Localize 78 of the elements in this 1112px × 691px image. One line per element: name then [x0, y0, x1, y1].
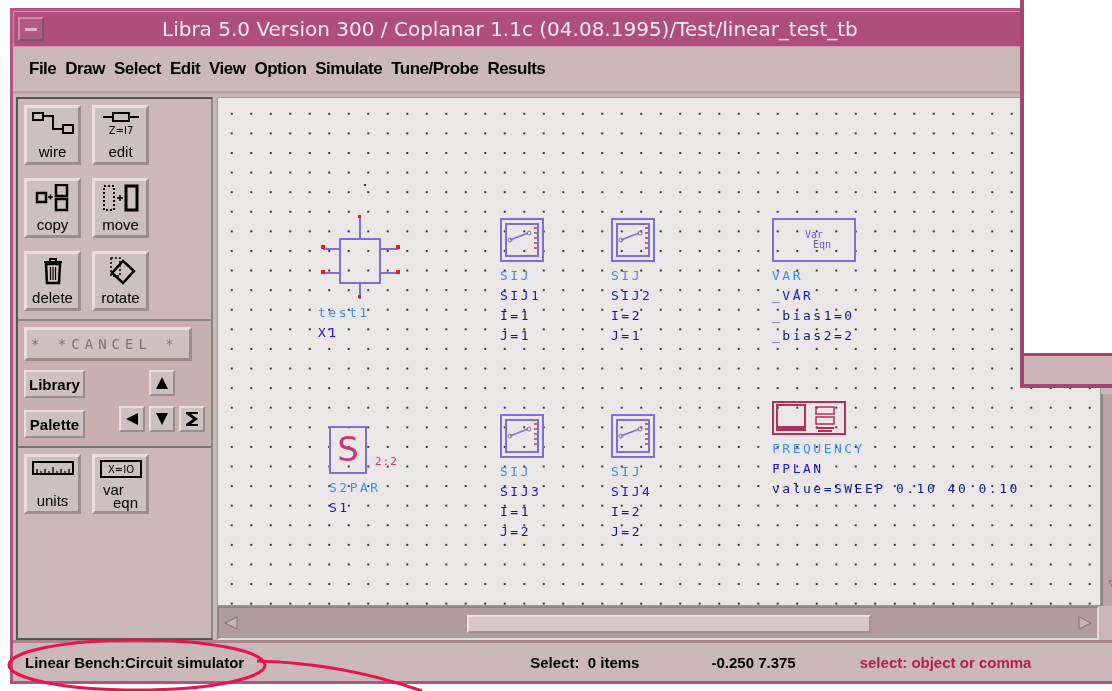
palette-button[interactable]: Library: [24, 370, 85, 398]
s-parameter-block[interactable]: S: [329, 426, 367, 474]
component-label: SIJ: [500, 267, 531, 285]
component-label: J=2: [500, 523, 531, 541]
component-label: I=1: [500, 503, 531, 521]
tool-button[interactable]: rotate: [92, 251, 149, 311]
menu-item[interactable]: Option: [254, 59, 307, 79]
arrow-button[interactable]: [119, 406, 145, 432]
right-end-icon: [185, 411, 199, 427]
trash-icon: [41, 257, 64, 285]
component-label: SIJ2: [611, 287, 653, 305]
palette-button[interactable]: Palette: [24, 410, 85, 438]
tool-button[interactable]: copy: [24, 178, 81, 238]
tool-button[interactable]: units: [24, 454, 81, 514]
tool-button[interactable]: Z=I7 edit: [92, 105, 149, 165]
component-label: _VAR: [772, 287, 814, 305]
status-coordinates: -0.250 7.375: [711, 653, 796, 671]
meter-symbol[interactable]: [500, 218, 544, 262]
arrow-button[interactable]: [149, 370, 175, 396]
arrow-button[interactable]: [179, 406, 205, 432]
left-arrow-icon: [125, 412, 139, 426]
component-label: SIJ3: [500, 483, 542, 501]
down-arrow-icon: [155, 412, 169, 426]
component-label: SIJ4: [611, 483, 653, 501]
wire-icon: [30, 111, 75, 135]
scrollbar-thumb[interactable]: [467, 615, 871, 633]
frequency-plan-symbol[interactable]: [772, 401, 846, 435]
component-label: FPLAN: [772, 460, 824, 478]
menu-item[interactable]: Simulate: [315, 59, 383, 79]
arrow-button[interactable]: [149, 406, 175, 432]
component-label: S1: [329, 499, 350, 517]
component-label: J=1: [611, 327, 642, 345]
menu-item[interactable]: Draw: [65, 59, 105, 79]
meter-symbol[interactable]: [500, 414, 544, 458]
ruler-icon: [31, 460, 74, 476]
tool-button[interactable]: move: [92, 178, 149, 238]
tool-button[interactable]: wire: [24, 105, 81, 165]
component-label: SIJ: [500, 463, 531, 481]
component-label: test1: [318, 304, 370, 322]
move-icon: [100, 184, 141, 212]
tool-button[interactable]: X=IO var eqn: [92, 454, 149, 514]
component-label: X1: [318, 324, 339, 342]
component-label: _bias2=2: [772, 327, 855, 345]
menu-item[interactable]: Results: [487, 59, 546, 79]
component-label: I=2: [611, 307, 642, 325]
menu-item[interactable]: File: [29, 59, 57, 79]
component-label: FREQUENCY: [772, 440, 865, 458]
right-arrow-icon[interactable]: [1077, 615, 1093, 631]
status-selection: Select: 0 items: [530, 653, 640, 671]
component-label: VAR: [772, 267, 803, 285]
window-menu-button[interactable]: [18, 17, 44, 41]
left-arrow-icon[interactable]: [223, 615, 239, 631]
component-label: J=2: [611, 523, 642, 541]
component-label: J=1: [500, 327, 531, 345]
component-label: SIJ1: [500, 287, 542, 305]
tool-button[interactable]: delete: [24, 251, 81, 311]
horizontal-scrollbar[interactable]: [217, 606, 1099, 640]
menu-item[interactable]: View: [209, 59, 246, 79]
copy-icon: [34, 184, 71, 212]
port-label: 2:2: [375, 455, 398, 468]
window-title: Libra 5.0 Version 300 / Coplanar 1.1c (04.08.1995)/Test/linear_test_tb: [162, 17, 858, 41]
up-arrow-icon: [155, 376, 169, 390]
component-label: I=2: [611, 503, 642, 521]
menu-item[interactable]: Tune/Probe: [391, 59, 479, 79]
component-label: SIJ: [611, 267, 642, 285]
status-mode: Linear Bench:Circuit simulator: [25, 653, 245, 671]
component-label: S2PAR: [329, 479, 381, 497]
equation-icon: X=IO: [99, 460, 142, 478]
component-label: I=1: [500, 307, 531, 325]
meter-symbol[interactable]: [611, 414, 655, 458]
status-prompt: select: object or comma: [859, 653, 1032, 671]
component-label: _bias1=0: [772, 307, 855, 325]
variable-block[interactable]: Var Eqn: [772, 218, 856, 262]
menu-item[interactable]: Edit: [169, 59, 201, 79]
meter-symbol[interactable]: [611, 218, 655, 262]
menu-item[interactable]: Select: [113, 59, 161, 79]
component-label: value=SWEEP 0.10 40 0.10: [772, 480, 1020, 498]
component-label: SIJ: [611, 463, 642, 481]
